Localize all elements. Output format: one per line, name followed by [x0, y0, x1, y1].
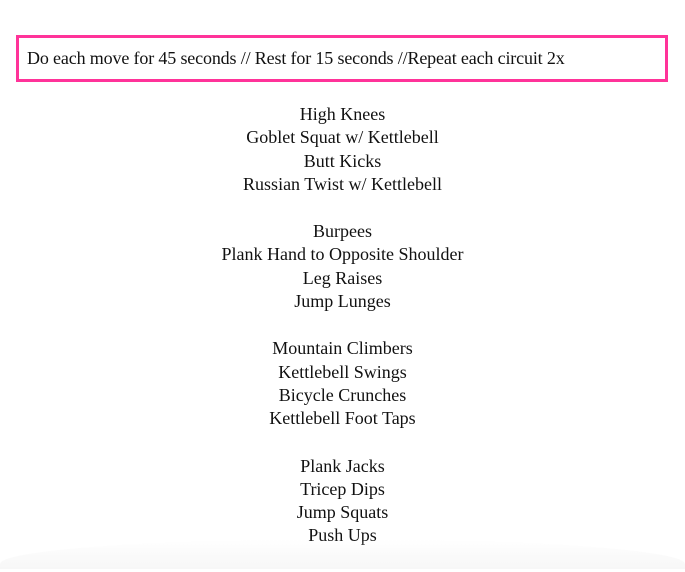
exercise-item: Tricep Dips [300, 478, 385, 499]
exercise-item: Butt Kicks [303, 150, 382, 171]
exercise-item: Bicycle Crunches [278, 384, 407, 405]
exercise-item: Kettlebell Foot Taps [269, 408, 416, 429]
exercise-item: Kettlebell Swings [278, 361, 407, 382]
circuit-4: Plank Jacks Tricep Dips Jump Squats Push… [0, 455, 685, 548]
circuit-1: High Knees Goblet Squat w/ Kettlebell Bu… [0, 103, 685, 196]
exercise-item: Russian Twist w/ Kettlebell [243, 173, 442, 194]
exercise-item: Push Ups [308, 525, 377, 546]
exercise-item: Jump Lunges [294, 291, 391, 312]
exercise-item: Mountain Climbers [272, 338, 413, 359]
circuit-list: High Knees Goblet Squat w/ Kettlebell Bu… [0, 103, 685, 572]
circuit-3: Mountain Climbers Kettlebell Swings Bicy… [0, 337, 685, 430]
instructions-box: Do each move for 45 seconds // Rest for … [16, 35, 668, 82]
exercise-item: Goblet Squat w/ Kettlebell [246, 127, 439, 148]
exercise-item: Plank Hand to Opposite Shoulder [221, 244, 464, 265]
exercise-item: Burpees [313, 221, 372, 242]
exercise-item: Plank Jacks [300, 455, 385, 476]
circuit-2: Burpees Plank Hand to Opposite Shoulder … [0, 220, 685, 313]
exercise-item: High Knees [299, 104, 386, 124]
exercise-item: Leg Raises [302, 267, 383, 288]
instructions-text: Do each move for 45 seconds // Rest for … [27, 48, 565, 68]
exercise-item: Jump Squats [296, 502, 389, 523]
